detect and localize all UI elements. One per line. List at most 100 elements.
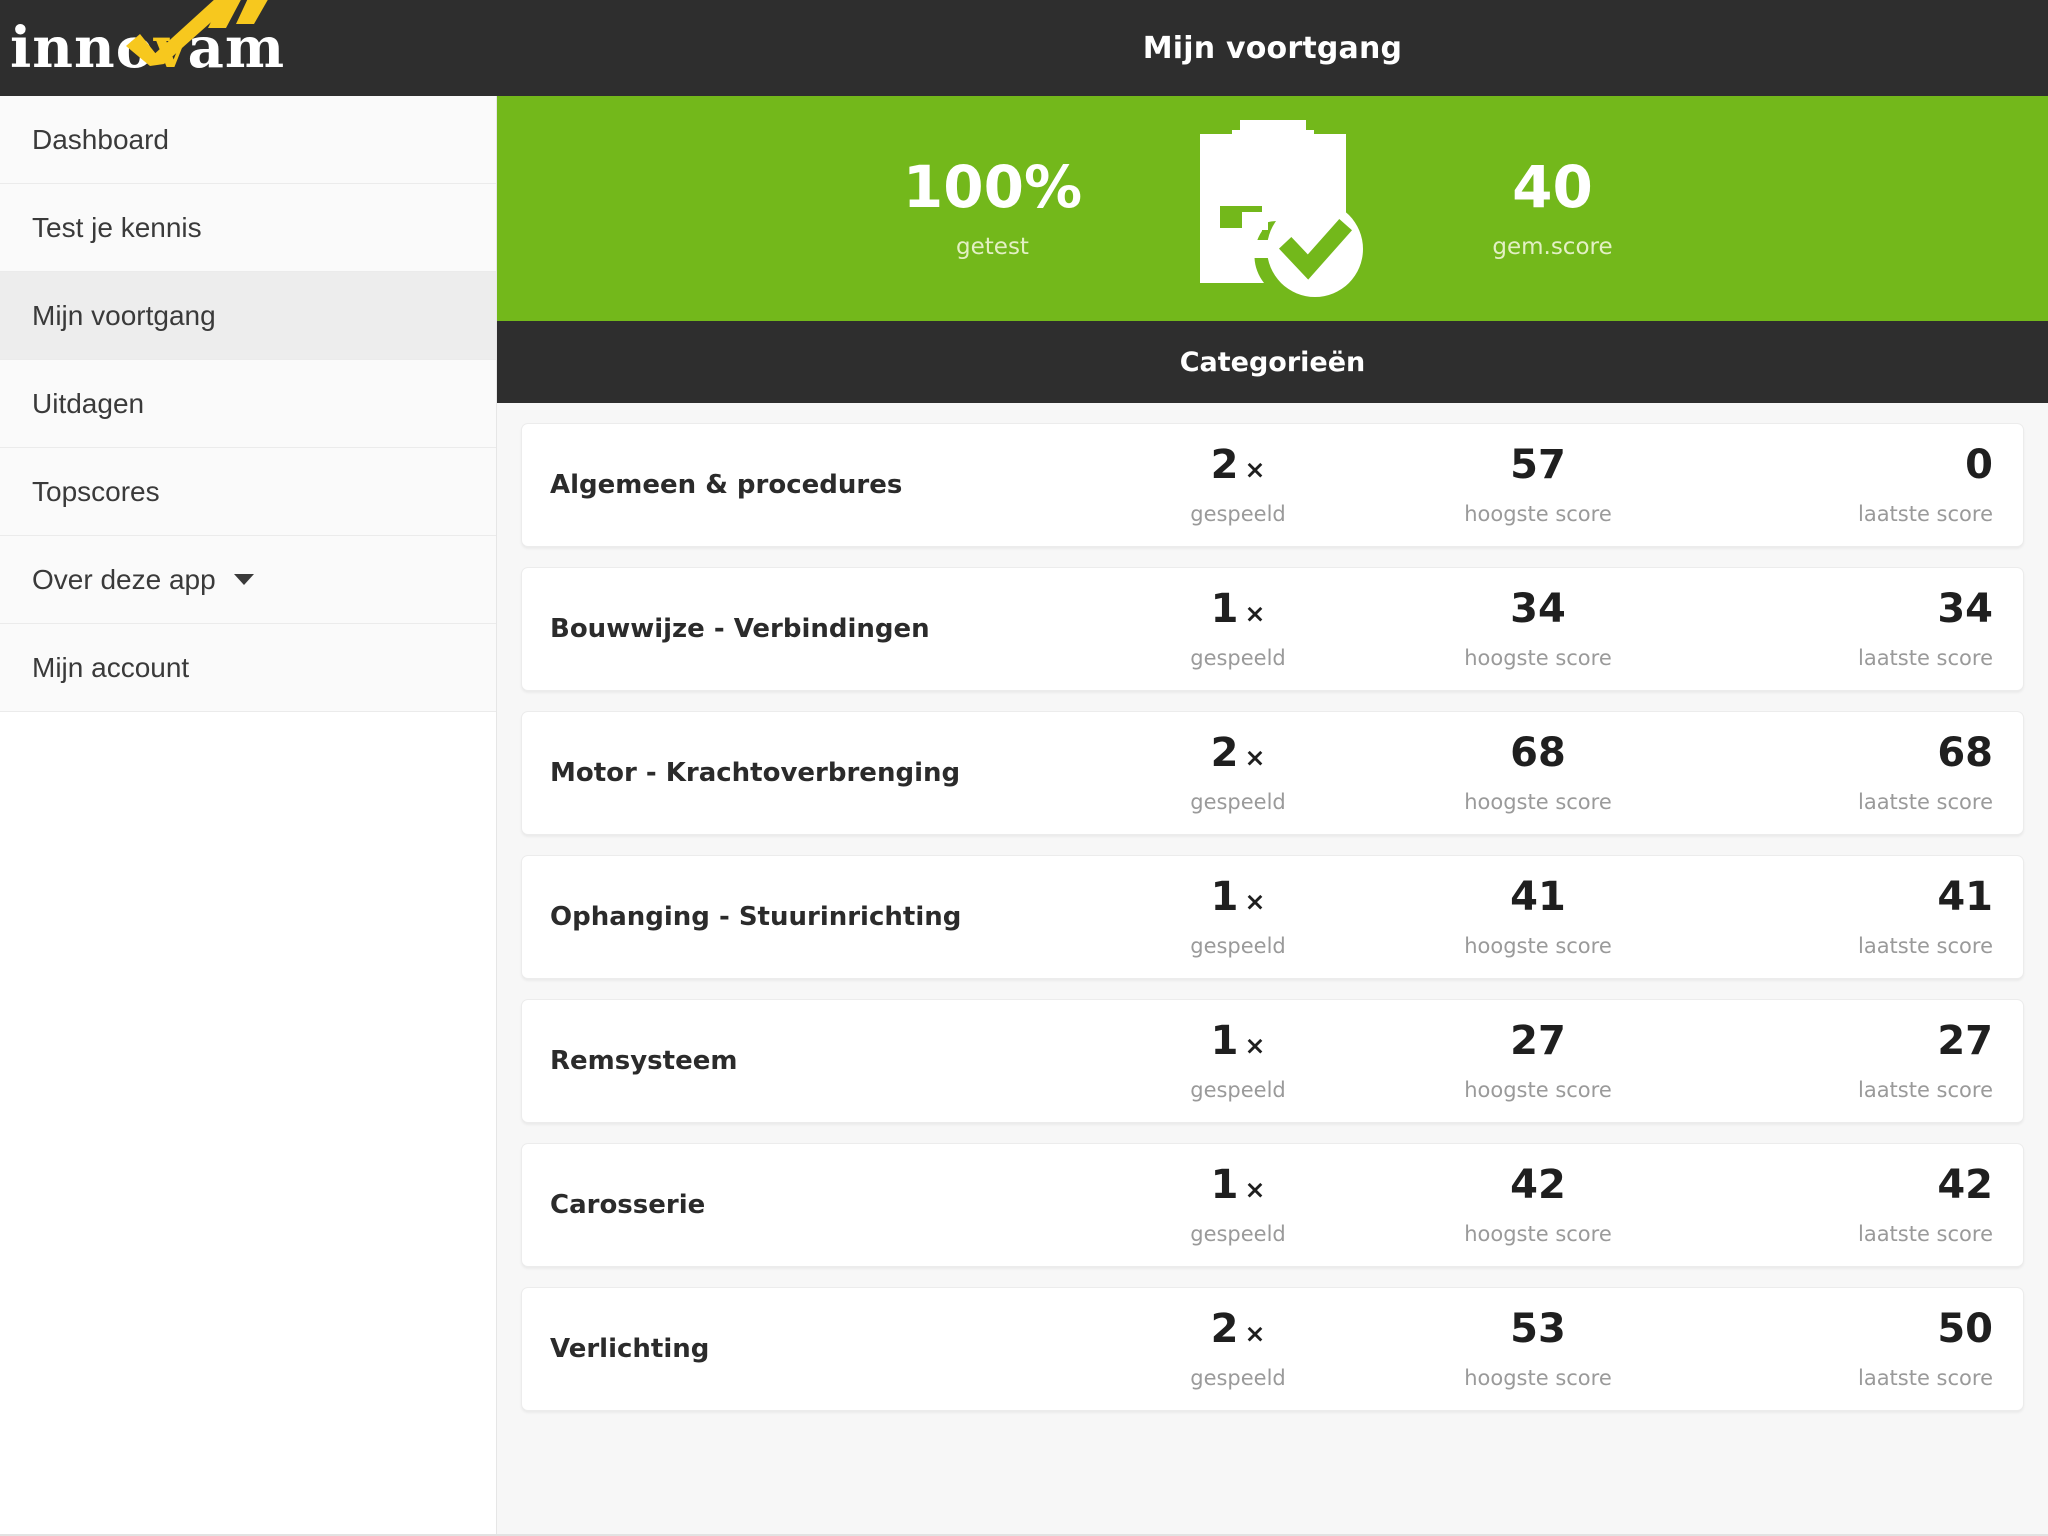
sidebar: Dashboard Test je kennis Mijn voortgang …	[0, 96, 497, 1536]
category-played-label: gespeeld	[1190, 1221, 1286, 1246]
page-title: Mijn voortgang	[1142, 30, 1403, 66]
category-highest: 57 hoogste score	[1373, 445, 1703, 526]
category-played-label: gespeeld	[1190, 501, 1286, 526]
category-last-label: laatste score	[1857, 1365, 1993, 1390]
category-last-value: 50	[1937, 1305, 1993, 1352]
sidebar-item-label: Mijn account	[32, 651, 190, 683]
category-highest: 34 hoogste score	[1373, 589, 1703, 670]
category-last: 41 laatste score	[1703, 877, 1993, 958]
category-last-value: 41	[1937, 873, 1993, 920]
category-last-label: laatste score	[1857, 501, 1993, 526]
sidebar-item-label: Test je kennis	[32, 211, 202, 243]
played-count: 2	[1210, 1305, 1239, 1352]
played-count: 1	[1210, 1017, 1239, 1064]
table-row[interactable]: Verlichting 2 × gespeeld 53 hoogste score…	[521, 1287, 2024, 1411]
app-root: innovam Mijn voortgang Dashboard Test je…	[0, 0, 2048, 1536]
sidebar-item-over-deze-app[interactable]: Over deze app	[0, 536, 496, 624]
table-row[interactable]: Ophanging - Stuurinrichting 1 × gespeeld …	[521, 855, 2024, 979]
category-highest-label: hoogste score	[1464, 1221, 1612, 1246]
categories-section-header: Categorieën	[497, 321, 2048, 403]
sidebar-nav-list: Dashboard Test je kennis Mijn voortgang …	[0, 96, 496, 712]
played-count: 1	[1210, 873, 1239, 920]
multiplier-symbol: ×	[1244, 1030, 1266, 1060]
sidebar-item-label: Topscores	[32, 475, 160, 507]
multiplier-symbol: ×	[1244, 742, 1266, 772]
played-count: 2	[1210, 729, 1239, 776]
category-played-label: gespeeld	[1190, 645, 1286, 670]
category-played-value: 1 ×	[1103, 589, 1373, 629]
category-played-value: 1 ×	[1103, 877, 1373, 917]
sidebar-item-dashboard[interactable]: Dashboard	[0, 96, 496, 184]
categories-list: Algemeen & procedures 2 × gespeeld 57 hoo…	[497, 403, 2048, 1536]
category-last-value: 42	[1937, 1161, 1993, 1208]
category-played-label: gespeeld	[1190, 1077, 1286, 1102]
sidebar-item-mijn-voortgang[interactable]: Mijn voortgang	[0, 272, 496, 360]
category-name: Verlichting	[550, 1334, 710, 1364]
category-played-value: 2 ×	[1103, 445, 1373, 485]
category-name: Remsysteem	[550, 1046, 738, 1076]
category-last-label: laatste score	[1857, 645, 1993, 670]
category-last-value: 0	[1965, 441, 1993, 488]
categories-section-title: Categorieën	[1179, 346, 1366, 378]
category-played-value: 2 ×	[1103, 1309, 1373, 1349]
category-name: Carosserie	[550, 1190, 706, 1220]
category-highest: 27 hoogste score	[1373, 1021, 1703, 1102]
category-last: 0 laatste score	[1703, 445, 1993, 526]
category-last: 68 laatste score	[1703, 733, 1993, 814]
sidebar-item-mijn-account[interactable]: Mijn account	[0, 624, 496, 712]
sidebar-item-label: Mijn voortgang	[32, 299, 216, 331]
category-name: Ophanging - Stuurinrichting	[550, 902, 962, 932]
category-played: 1 × gespeeld	[1103, 1165, 1373, 1246]
category-highest: 68 hoogste score	[1373, 733, 1703, 814]
stat-average-score-label: gem.score	[1492, 233, 1613, 260]
category-highest-value: 41	[1510, 873, 1566, 920]
sidebar-item-label: Uitdagen	[32, 387, 145, 419]
category-highest: 42 hoogste score	[1373, 1165, 1703, 1246]
table-row[interactable]: Carosserie 1 × gespeeld 42 hoogste score …	[521, 1143, 2024, 1267]
category-name: Algemeen & procedures	[550, 470, 903, 500]
category-played: 2 × gespeeld	[1103, 445, 1373, 526]
category-highest-label: hoogste score	[1464, 789, 1612, 814]
category-highest-value: 57	[1510, 441, 1566, 488]
category-played: 2 × gespeeld	[1103, 733, 1373, 814]
stat-tested: 100% getest	[828, 157, 1158, 260]
category-highest-value: 42	[1510, 1161, 1566, 1208]
brand-logo[interactable]: innovam	[0, 0, 497, 96]
sidebar-item-test-je-kennis[interactable]: Test je kennis	[0, 184, 496, 272]
chevron-down-icon	[233, 574, 254, 585]
stat-tested-label: getest	[956, 233, 1029, 260]
table-row[interactable]: Remsysteem 1 × gespeeld 27 hoogste score …	[521, 999, 2024, 1123]
multiplier-symbol: ×	[1244, 454, 1266, 484]
category-last: 50 laatste score	[1703, 1309, 1993, 1390]
category-last-value: 34	[1937, 585, 1993, 632]
innovam-checkmark-logo-icon	[126, 0, 268, 66]
category-name: Bouwwijze - Verbindingen	[550, 614, 930, 644]
category-highest-label: hoogste score	[1464, 501, 1612, 526]
multiplier-symbol: ×	[1244, 886, 1266, 916]
sidebar-item-label: Over deze app	[32, 563, 216, 595]
progress-summary-banner: 100% getest 40 gem.score	[497, 96, 2048, 321]
category-last-label: laatste score	[1857, 933, 1993, 958]
table-row[interactable]: Bouwwijze - Verbindingen 1 × gespeeld 34 …	[521, 567, 2024, 691]
category-highest-value: 53	[1510, 1305, 1566, 1352]
category-played: 1 × gespeeld	[1103, 877, 1373, 958]
sidebar-item-uitdagen[interactable]: Uitdagen	[0, 360, 496, 448]
category-last-label: laatste score	[1857, 1221, 1993, 1246]
top-bar: innovam Mijn voortgang	[0, 0, 2048, 96]
sidebar-item-topscores[interactable]: Topscores	[0, 448, 496, 536]
body-row: Dashboard Test je kennis Mijn voortgang …	[0, 96, 2048, 1536]
multiplier-symbol: ×	[1244, 598, 1266, 628]
played-count: 1	[1210, 1161, 1239, 1208]
table-row[interactable]: Algemeen & procedures 2 × gespeeld 57 hoo…	[521, 423, 2024, 547]
category-last: 27 laatste score	[1703, 1021, 1993, 1102]
category-played-label: gespeeld	[1190, 933, 1286, 958]
category-last-value: 68	[1937, 729, 1993, 776]
category-last-value: 27	[1937, 1017, 1993, 1064]
table-row[interactable]: Motor - Krachtoverbrenging 2 × gespeeld 6…	[521, 711, 2024, 835]
stat-tested-value: 100%	[902, 153, 1083, 222]
category-last: 42 laatste score	[1703, 1165, 1993, 1246]
main-content: 100% getest 40 gem.score Categorieën Alg…	[497, 96, 2048, 1536]
category-highest-label: hoogste score	[1464, 645, 1612, 670]
category-last-label: laatste score	[1857, 789, 1993, 814]
category-played-value: 1 ×	[1103, 1021, 1373, 1061]
